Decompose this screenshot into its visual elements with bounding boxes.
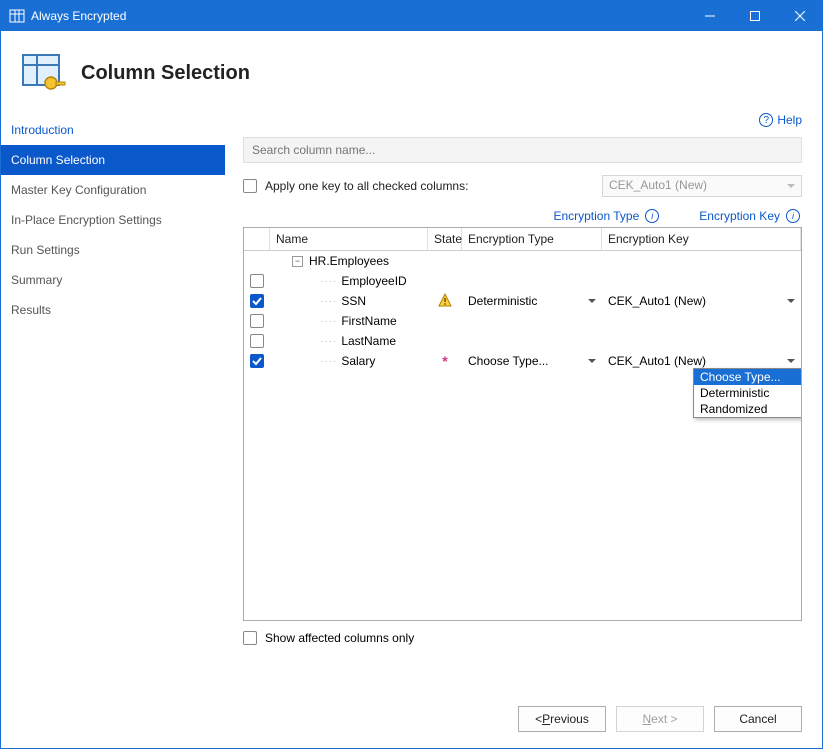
row-checkbox[interactable]	[250, 294, 264, 308]
info-icon[interactable]: i	[645, 209, 659, 223]
search-input[interactable]	[243, 137, 802, 163]
columns-grid: Name State Encryption Type Encryption Ke…	[243, 227, 802, 621]
show-affected-checkbox[interactable]	[243, 631, 257, 645]
tree-leaf-icon: ····	[320, 336, 337, 347]
tree-leaf-icon: ····	[320, 316, 337, 327]
warning-icon	[438, 293, 452, 310]
grid-header: Name State Encryption Type Encryption Ke…	[244, 228, 801, 251]
row-checkbox[interactable]	[250, 274, 264, 288]
close-button[interactable]	[777, 1, 822, 31]
dropdown-option[interactable]: Randomized	[694, 401, 802, 417]
encryption-key-select[interactable]: CEK_Auto1 (New)	[608, 294, 795, 308]
help-icon: ?	[759, 113, 773, 127]
column-name: LastName	[341, 334, 396, 348]
chevron-down-icon	[787, 359, 795, 367]
cancel-button[interactable]: Cancel	[714, 706, 802, 732]
wizard-steps-sidebar: Introduction Column Selection Master Key…	[1, 113, 225, 692]
wizard-footer: < Previous Next > Cancel	[1, 692, 822, 748]
chevron-down-icon	[588, 359, 596, 367]
tree-leaf-icon: ····	[320, 356, 337, 367]
encryption-type-select[interactable]: Deterministic	[468, 294, 596, 308]
required-icon: *	[442, 353, 447, 369]
tree-leaf-icon: ····	[320, 296, 337, 307]
column-row: ···· EmployeeID	[244, 271, 801, 291]
encryption-type-select[interactable]: Choose Type...	[468, 354, 596, 368]
previous-button[interactable]: < Previous	[518, 706, 606, 732]
col-header-state[interactable]: State	[428, 228, 462, 250]
apply-one-key-label: Apply one key to all checked columns:	[265, 179, 468, 193]
sidebar-item-column-selection[interactable]: Column Selection	[1, 145, 225, 175]
apply-one-key-checkbox[interactable]	[243, 179, 257, 193]
info-icon[interactable]: i	[786, 209, 800, 223]
sidebar-item-inplace-encryption[interactable]: In-Place Encryption Settings	[1, 205, 225, 235]
column-name: EmployeeID	[341, 274, 406, 288]
column-row: ···· FirstName	[244, 311, 801, 331]
app-icon	[9, 8, 25, 24]
col-header-name[interactable]: Name	[270, 228, 428, 250]
header-icon	[19, 49, 67, 97]
titlebar: Always Encrypted	[1, 1, 822, 31]
sidebar-item-run-settings[interactable]: Run Settings	[1, 235, 225, 265]
page-header: Column Selection	[1, 31, 822, 113]
chevron-down-icon	[588, 299, 596, 307]
help-link[interactable]: ? Help	[759, 113, 802, 127]
dropdown-option[interactable]: Choose Type...	[694, 369, 802, 385]
column-name: Salary	[341, 354, 375, 368]
encryption-type-dropdown[interactable]: Choose Type... Deterministic Randomized	[693, 368, 802, 418]
sidebar-item-introduction[interactable]: Introduction	[1, 115, 225, 145]
tree-collapse-icon[interactable]: −	[292, 256, 303, 267]
col-header-key[interactable]: Encryption Key	[602, 228, 801, 250]
window: Always Encrypted Column Selection Introd…	[0, 0, 823, 749]
next-button: Next >	[616, 706, 704, 732]
legend-encryption-key[interactable]: Encryption Keyi	[699, 209, 800, 223]
apply-one-key-select: CEK_Auto1 (New)	[602, 175, 802, 197]
show-affected-label: Show affected columns only	[265, 631, 414, 645]
column-row: ···· SSN Deterministic CEK_Auto1 (New)	[244, 291, 801, 311]
dropdown-option[interactable]: Deterministic	[694, 385, 802, 401]
encryption-key-select[interactable]: CEK_Auto1 (New)	[608, 354, 795, 368]
maximize-button[interactable]	[732, 1, 777, 31]
table-parent-row: −HR.Employees	[244, 251, 801, 271]
minimize-button[interactable]	[687, 1, 732, 31]
col-header-type[interactable]: Encryption Type	[462, 228, 602, 250]
row-checkbox[interactable]	[250, 314, 264, 328]
column-name: FirstName	[341, 314, 396, 328]
help-label: Help	[777, 113, 802, 127]
table-name: HR.Employees	[309, 254, 389, 268]
sidebar-item-master-key[interactable]: Master Key Configuration	[1, 175, 225, 205]
legend-row: Encryption Typei Encryption Keyi	[243, 209, 800, 223]
row-checkbox[interactable]	[250, 334, 264, 348]
window-title: Always Encrypted	[31, 9, 126, 23]
chevron-down-icon	[787, 299, 795, 307]
sidebar-item-summary[interactable]: Summary	[1, 265, 225, 295]
tree-leaf-icon: ····	[320, 276, 337, 287]
page-title: Column Selection	[81, 62, 250, 85]
sidebar-item-results[interactable]: Results	[1, 295, 225, 325]
column-name: SSN	[341, 294, 366, 308]
row-checkbox[interactable]	[250, 354, 264, 368]
column-row: ···· LastName	[244, 331, 801, 351]
legend-encryption-type[interactable]: Encryption Typei	[553, 209, 659, 223]
